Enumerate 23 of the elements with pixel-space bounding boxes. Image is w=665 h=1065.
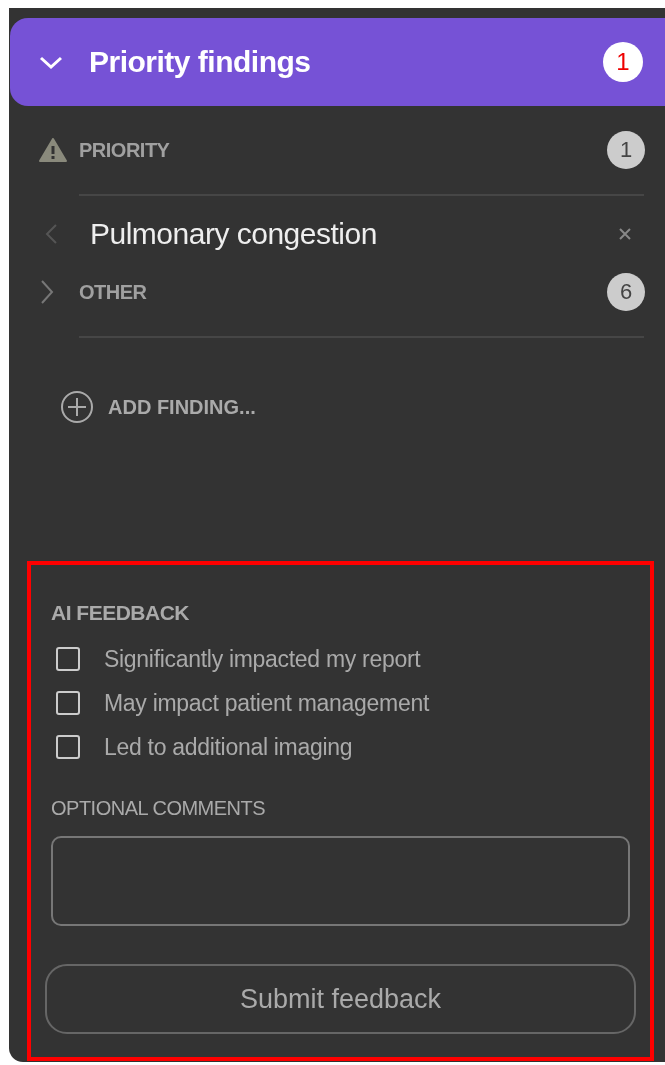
header-bar[interactable]: Priority findings 1	[10, 18, 665, 106]
comments-field[interactable]	[51, 836, 630, 926]
option-label[interactable]: Led to additional imaging	[104, 733, 353, 761]
checkbox[interactable]	[56, 691, 80, 715]
section-label[interactable]: PRIORITY	[79, 138, 607, 162]
finding-label[interactable]: Pulmonary congestion	[90, 217, 618, 251]
section-title: AI FEEDBACK	[51, 601, 190, 625]
checkbox[interactable]	[56, 735, 80, 759]
add-finding-button[interactable]: ADD FINDING...	[60, 390, 256, 424]
close-icon[interactable]	[618, 227, 632, 241]
checkbox[interactable]	[56, 647, 80, 671]
option-label[interactable]: Significantly impacted my report	[104, 645, 421, 673]
section-label[interactable]: OTHER	[79, 280, 607, 304]
header-title: Priority findings	[89, 45, 312, 79]
option-label[interactable]: May impact patient management	[104, 689, 429, 717]
count-badge: 6	[607, 273, 645, 311]
count-badge: 1	[607, 131, 645, 169]
count-badge: 1	[603, 42, 643, 82]
warning-icon	[39, 138, 67, 162]
field-label: OPTIONAL COMMENTS	[51, 797, 267, 820]
plus-circle-icon	[60, 390, 94, 424]
chevron-icon[interactable]	[39, 279, 55, 305]
submit-button[interactable]: Submit feedback	[45, 964, 636, 1034]
